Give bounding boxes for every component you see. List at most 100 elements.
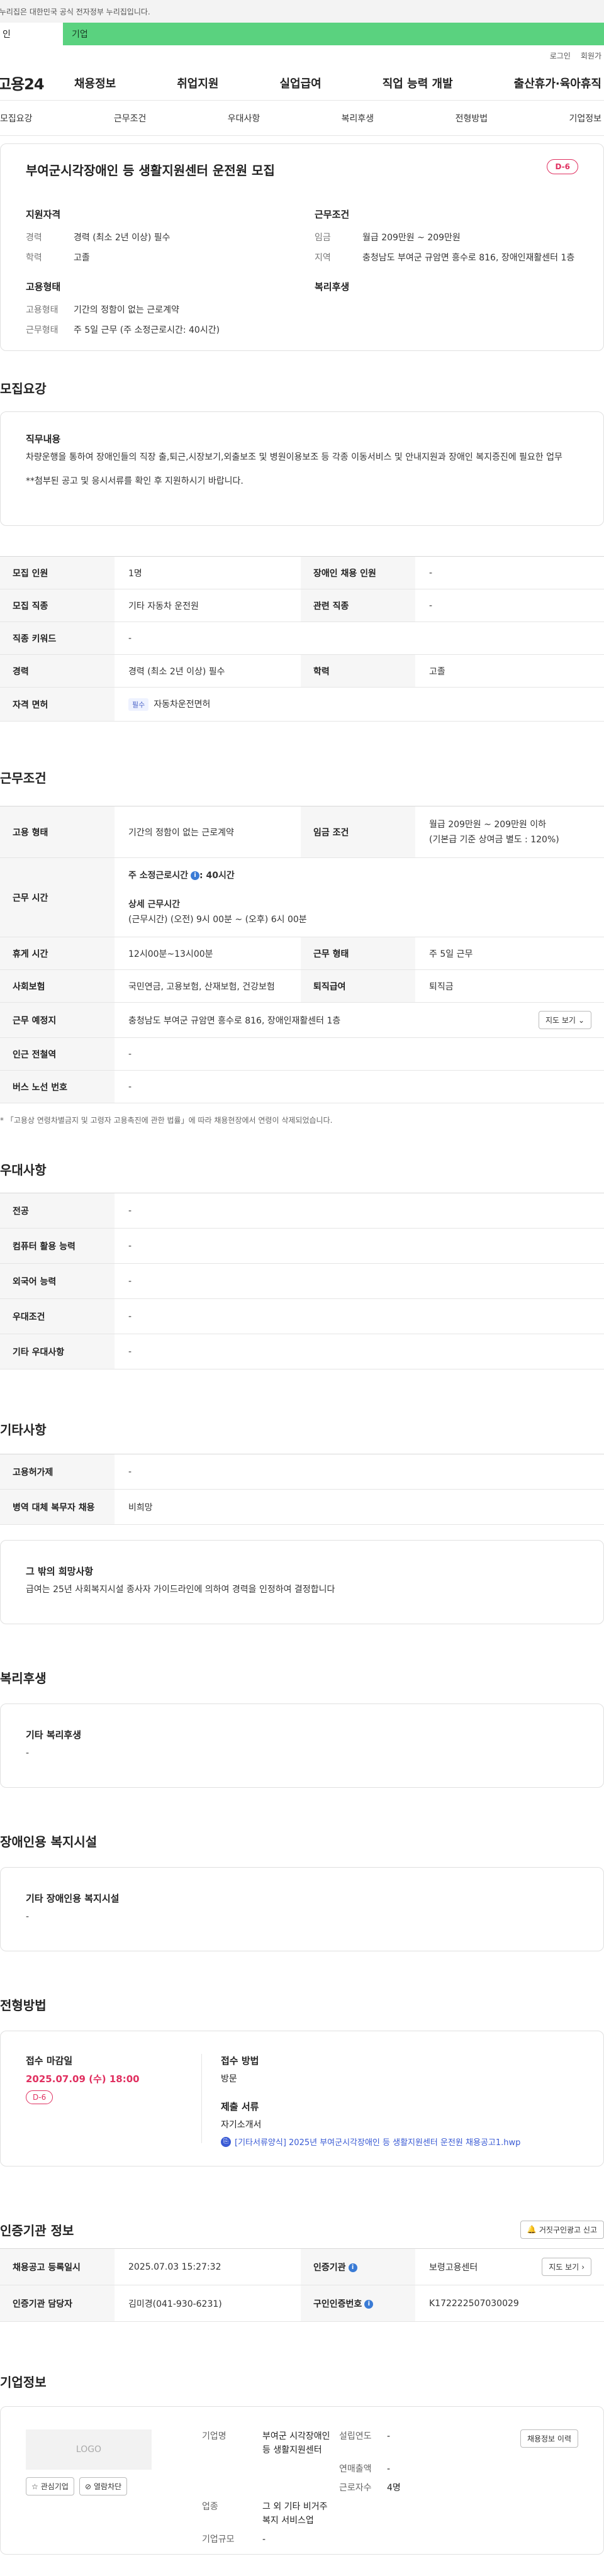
tab-preferences[interactable]: 우대사항 — [228, 112, 260, 125]
favorite-company-button[interactable]: ☆ 관심기업 — [26, 2477, 74, 2495]
hiring-history-button[interactable]: 채용정보 이력 — [520, 2429, 578, 2448]
insurance-value: 국민연금, 고용보험, 산재보험, 건강보험 — [115, 969, 301, 1003]
weekly-hours-label: 주 소정근로시간 — [128, 870, 189, 881]
worktype-label: 근무형태 — [26, 325, 59, 335]
wage-value: 월급 209만원 ~ 209만원 — [362, 233, 461, 243]
company-info-grid: 기업명 부여군 시각장애인 등 생활지원센터 설립연도 - 연매출액 - 근로자… — [202, 2429, 437, 2545]
cert-section-title: 인증기관 정보 — [0, 2222, 74, 2238]
block-view-button[interactable]: ⊘ 열람차단 — [79, 2477, 128, 2495]
user-type-tabs: 인 기업 — [0, 23, 604, 45]
related-job-value: - — [415, 589, 604, 622]
founded-value: - — [387, 2431, 391, 2441]
gnb-employment-support[interactable]: 취업지원 — [177, 75, 218, 91]
attachment-link[interactable]: ⎘ [기타서류양식] 2025년 부여군시각장애인 등 생활지원센터 운전원 채… — [221, 2136, 520, 2148]
duty-box: 직무내용 차량운행을 통하여 장애인들의 직장 출,퇴근,시장보기,외출보조 및… — [0, 411, 604, 526]
reg-date-label: 채용공고 등록일시 — [0, 2248, 115, 2285]
qualification-heading: 지원자격 — [26, 209, 61, 220]
info-icon[interactable]: i — [191, 871, 200, 880]
facility-box: 기타 장애인용 복지시설 - — [0, 1867, 604, 1951]
scale-label: 기업규모 — [202, 2534, 235, 2545]
company-logo-placeholder: LOGO — [26, 2429, 152, 2470]
career-row-value: 경력 (최소 2년 이상) 필수 — [115, 654, 301, 688]
emptype-value: 기간의 정함이 없는 근로계약 — [74, 305, 179, 315]
method-value: 방문 — [221, 2074, 237, 2084]
bus-label: 버스 노선 번호 — [0, 1070, 115, 1103]
signup-link[interactable]: 회원가 — [581, 50, 601, 61]
map-button[interactable]: 지도 보기 ⌄ — [538, 1011, 591, 1029]
anchor-tabs: 모집요강 근무조건 우대사항 복리후생 전형방법 기업정보 — [0, 101, 604, 136]
duty-heading: 직무내용 — [26, 433, 61, 445]
report-button[interactable]: 🔔 거짓구인광고 신고 — [520, 2220, 604, 2239]
education-label: 학력 — [26, 253, 42, 263]
education-row-value: 고졸 — [415, 654, 604, 688]
pref-section-title: 우대사항 — [0, 1163, 47, 1178]
welfare-box-heading: 기타 복리후생 — [26, 1729, 82, 1741]
keyword-label: 직종 키워드 — [0, 622, 115, 655]
cert-no-info-icon[interactable]: i — [364, 2299, 374, 2309]
wage-bonus: (기본급 기준 상여금 별도 : 120%) — [429, 834, 559, 845]
military-label: 병역 대체 복무자 채용 — [0, 1489, 115, 1525]
foreign-value: - — [115, 1454, 604, 1490]
pref-cond-value: - — [115, 1298, 604, 1334]
tab-work-conditions[interactable]: 근무조건 — [114, 112, 147, 125]
gnb-unemployment[interactable]: 실업급여 — [280, 75, 322, 91]
tab-welfare[interactable]: 복리후생 — [342, 112, 374, 125]
tab-company[interactable]: 기업 — [63, 23, 604, 45]
tab-company[interactable]: 기업정보 — [569, 112, 601, 125]
agency-map-button[interactable]: 지도 보기 › — [542, 2258, 591, 2276]
detail-hours-value: (근무시간) (오전) 9시 00분 ~ (오후) 6시 00분 — [128, 914, 307, 925]
language-label: 외국어 능력 — [0, 1263, 115, 1299]
emp-type-value: 기간의 정함이 없는 근로계약 — [115, 806, 301, 858]
summary-welfare: 복리후생 — [315, 280, 578, 343]
education-row-label: 학력 — [301, 654, 415, 688]
agency-info-icon[interactable]: i — [348, 2263, 357, 2272]
place-cell: 충청남도 부여군 규암면 흥수로 816, 장애인재활센터 1층 지도 보기 ⌄ — [115, 1002, 604, 1038]
docs-value: 자기소개서 — [221, 2120, 262, 2130]
break-label: 휴게 시간 — [0, 937, 115, 970]
region-label: 지역 — [315, 253, 331, 263]
facility-box-value: - — [26, 1912, 30, 1922]
employees-value: 4명 — [387, 2483, 401, 2493]
process-box: 접수 마감일 2025.07.09 (수) 18:00 D-6 접수 방법 방문… — [0, 2031, 604, 2166]
utility-bar: 로그인 회원가 — [0, 45, 604, 65]
staff-value: 김미경(041-930-6231) — [115, 2285, 301, 2322]
company-section-title: 기업정보 — [0, 2375, 47, 2390]
language-value: - — [115, 1263, 604, 1299]
career-row-label: 경력 — [0, 654, 115, 688]
tab-individual[interactable]: 인 — [0, 23, 63, 45]
gnb-jobs[interactable]: 채용정보 — [74, 75, 116, 91]
scale-value: - — [262, 2534, 266, 2545]
gov-banner-text: 이 누리집은 대한민국 공식 전자정부 누리집입니다. — [0, 7, 150, 16]
tab-recruit[interactable]: 모집요강 — [0, 112, 33, 125]
sales-label: 연매출액 — [339, 2464, 372, 2474]
recruit-section-title: 모집요강 — [0, 381, 47, 396]
gnb-training[interactable]: 직업 능력 개발 — [383, 75, 453, 91]
station-label: 인근 전철역 — [0, 1037, 115, 1071]
deadline-value: 2025.07.09 (수) 18:00 — [26, 2073, 140, 2085]
welfare-section-title: 복리후생 — [0, 1671, 47, 1686]
method-heading: 접수 방법 — [221, 2055, 259, 2066]
pref-etc-label: 기타 우대사항 — [0, 1334, 115, 1369]
founded-label: 설립연도 — [339, 2431, 372, 2441]
summary-employment: 고용형태 고용형태 기간의 정함이 없는 근로계약 근무형태 주 5일 근무 (주 … — [26, 280, 289, 343]
work-section-title: 근무조건 — [0, 771, 47, 786]
detail-hours-label: 상세 근무시간 — [128, 899, 181, 910]
employees-label: 근로자수 — [339, 2483, 372, 2493]
education-value: 고졸 — [74, 253, 90, 263]
industry-label: 업종 — [202, 2502, 218, 2512]
license-cell: 필수 자동차운전면허 — [115, 687, 604, 722]
chevron-down-icon: ⌄ — [578, 1015, 584, 1025]
break-value: 12시00분~13시00분 — [115, 937, 301, 970]
gov-banner: 이 누리집은 대한민국 공식 전자정부 누리집입니다. — [0, 0, 604, 23]
gnb-leave[interactable]: 출산휴가·육아휴직 — [514, 75, 601, 91]
bus-value: - — [115, 1070, 604, 1103]
job-title: 부여군시각장애인 등 생활지원센터 운전원 모집 — [26, 163, 275, 178]
summary-qualification: 지원자격 경력 경력 (최소 2년 이상) 필수 학력 고졸 — [26, 208, 289, 271]
login-link[interactable]: 로그인 — [550, 50, 571, 61]
tab-process[interactable]: 전형방법 — [456, 112, 488, 125]
clip-icon: ⎘ — [221, 2136, 231, 2147]
site-logo[interactable]: 고용24 — [0, 72, 74, 94]
job-label: 모집 직종 — [0, 589, 115, 622]
cert-no-value: K172222507030029 — [415, 2285, 604, 2322]
pref-table: 전공 - 컴퓨터 활용 능력 - 외국어 능력 - 우대조건 - 기타 우대사항 - — [0, 1193, 604, 1369]
